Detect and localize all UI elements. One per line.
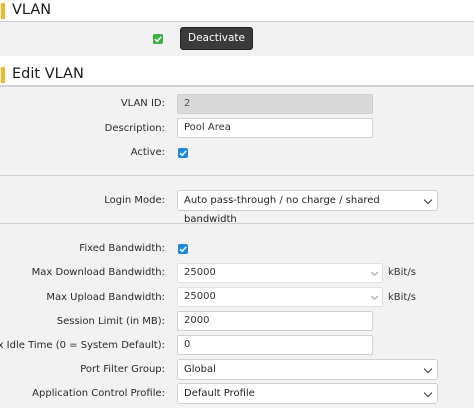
section-accent-bar <box>1 67 5 83</box>
max-download-unit: kBit/s <box>388 267 416 278</box>
description-label: Description: <box>104 123 165 134</box>
description-field[interactable]: Pool Area <box>177 118 373 138</box>
chevron-down-icon <box>423 388 433 398</box>
vlan-id-label: VLAN ID: <box>120 98 165 109</box>
active-checkbox[interactable] <box>178 148 188 158</box>
login-mode-label: Login Mode: <box>104 195 165 206</box>
max-download-label: Max Download Bandwidth: <box>31 267 165 278</box>
chevron-down-icon <box>370 292 379 301</box>
section-divider <box>0 175 474 176</box>
deactivate-button[interactable]: Deactivate <box>180 27 253 50</box>
app-control-label: Application Control Profile: <box>32 388 165 399</box>
fixed-bandwidth-label: Fixed Bandwidth: <box>79 243 165 254</box>
max-download-value: 25000 <box>184 267 216 278</box>
chevron-down-icon <box>370 268 379 277</box>
vlan-active-checkbox[interactable] <box>153 34 163 44</box>
max-idle-label: Max Idle Time (0 = System Default): <box>0 340 165 351</box>
section-accent-bar <box>1 3 5 19</box>
max-download-select[interactable]: 25000 <box>177 263 383 283</box>
max-upload-select[interactable]: 25000 <box>177 287 383 307</box>
vlan-panel: Deactivate <box>0 22 474 56</box>
edit-vlan-section-title: Edit VLAN <box>12 66 84 82</box>
active-label: Active: <box>130 147 165 158</box>
session-limit-label: Session Limit (in MB): <box>56 316 165 327</box>
edit-vlan-panel: VLAN ID: 2 Description: Pool Area Active… <box>0 86 474 408</box>
vlan-section-title: VLAN <box>12 2 52 18</box>
vlan-section-header: VLAN <box>0 0 474 22</box>
max-upload-label: Max Upload Bandwidth: <box>46 292 165 303</box>
session-limit-field[interactable]: 2000 <box>177 311 373 331</box>
login-mode-value: Auto pass-through / no charge / shared b… <box>184 195 380 225</box>
port-filter-value: Global <box>184 364 216 375</box>
max-upload-unit: kBit/s <box>388 292 416 303</box>
edit-vlan-section-header: Edit VLAN <box>0 64 474 86</box>
app-control-value: Default Profile <box>184 388 255 399</box>
max-upload-value: 25000 <box>184 291 216 302</box>
port-filter-label: Port Filter Group: <box>80 364 165 375</box>
chevron-down-icon <box>423 364 433 374</box>
fixed-bandwidth-checkbox[interactable] <box>178 244 188 254</box>
max-idle-field[interactable]: 0 <box>177 335 373 355</box>
port-filter-select[interactable]: Global <box>177 359 438 380</box>
app-control-select[interactable]: Default Profile <box>177 383 438 404</box>
chevron-down-icon <box>423 195 433 205</box>
login-mode-select[interactable]: Auto pass-through / no charge / shared b… <box>177 190 438 225</box>
vlan-id-field: 2 <box>177 94 373 114</box>
section-divider <box>0 223 474 224</box>
